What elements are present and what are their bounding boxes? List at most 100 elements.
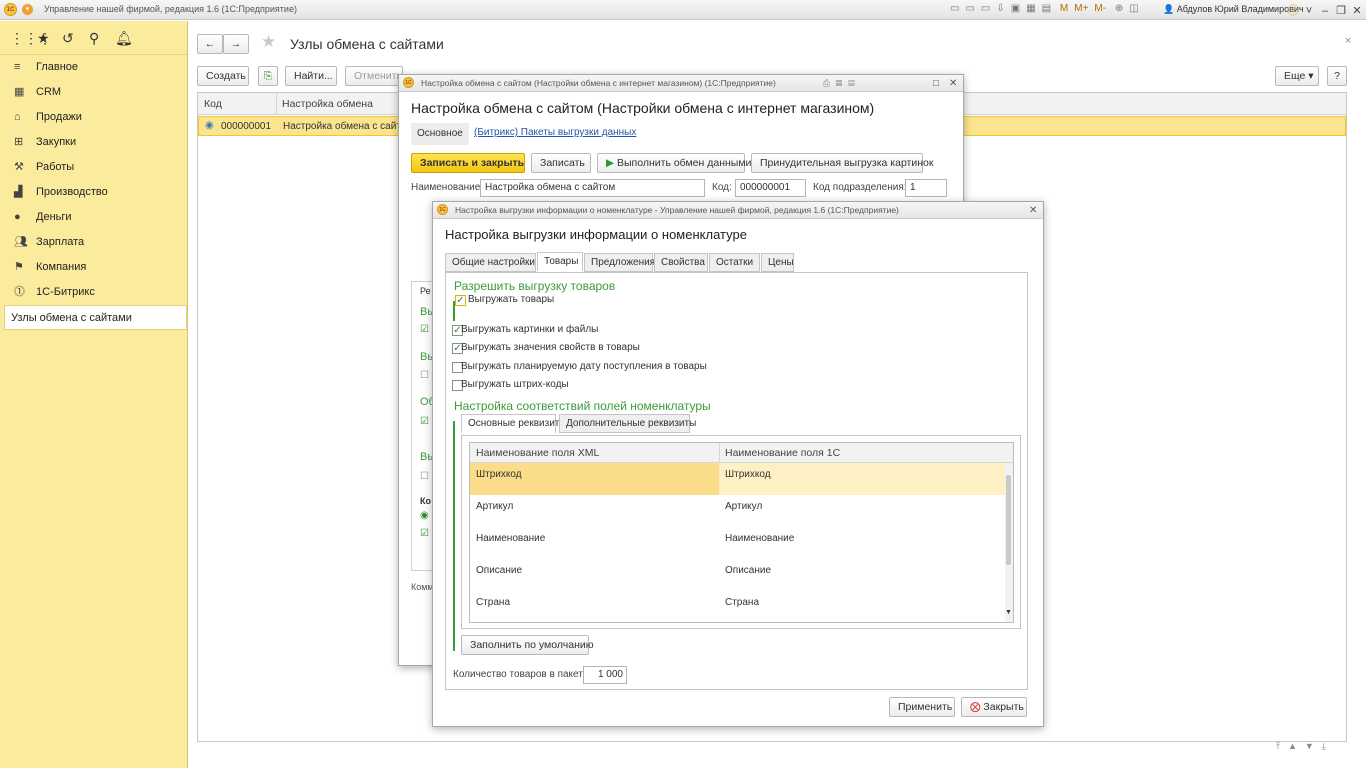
division-field[interactable]: 1 <box>905 179 947 197</box>
code-field[interactable]: 000000001 <box>735 179 806 197</box>
attach-icon[interactable]: ▣ <box>1011 3 1020 14</box>
memory-m-button[interactable]: M <box>1060 3 1068 14</box>
memory-minus-button[interactable]: M- <box>1094 3 1106 14</box>
sections-panel: ⋮⋮⋮ ★ ↺ ⚲ 🔔︎ ≡ Главное ▦ CRM ⌂ Продажи ⊞ Закупк… <box>0 21 188 768</box>
copy-icon[interactable]: ⎘ <box>258 66 278 86</box>
grid-row[interactable]: Артикул Артикул <box>470 495 1005 527</box>
tab-item[interactable]: Предложения <box>584 253 655 272</box>
preview-icon[interactable]: ▭ <box>981 3 990 14</box>
run-exchange-button[interactable]: ▶ Выполнить обмен данными <box>597 153 751 173</box>
help-button[interactable]: ? <box>1327 66 1347 86</box>
favorites-star-icon[interactable]: ★ <box>37 30 50 47</box>
caption-tools-icon[interactable]: ⎙▦▤ <box>823 75 861 92</box>
tab-item[interactable]: Свойства <box>654 253 708 272</box>
checkbox[interactable]: ✓ <box>455 295 466 306</box>
title-toolbar: ▭ ▭ ▭ ⇩ ▣ ▦ ▤ M M+ M- ⊕ ◫ <box>950 3 1145 14</box>
grid-col-1c: Наименование поля 1С <box>725 447 841 459</box>
grid-cell: Наименование <box>476 533 546 544</box>
qty-field[interactable]: 1 000 <box>583 666 627 684</box>
menu-icon: ≡ <box>14 61 21 73</box>
scroll-thumb[interactable] <box>1006 475 1011 565</box>
scroll-down-icon[interactable]: ▼ <box>1005 609 1012 616</box>
main-menu-icon[interactable]: ▾ <box>22 4 33 15</box>
minimize-icon[interactable]: – <box>1317 5 1333 17</box>
save-icon[interactable]: ▭ <box>950 3 959 14</box>
link-icon[interactable]: ⇩ <box>996 3 1004 14</box>
scroll-nav-icons[interactable]: ⤒▲▼⤓ <box>1276 741 1334 752</box>
checkbox-label[interactable]: Выгружать значения свойств в товары <box>461 342 640 353</box>
tab-item[interactable]: Остатки <box>709 253 760 272</box>
memory-plus-button[interactable]: M+ <box>1074 3 1088 14</box>
close-button[interactable]: ⨂ Закрыть <box>961 697 1027 717</box>
panels-icon[interactable]: ◫ <box>1129 3 1138 14</box>
form-close-icon[interactable]: × <box>1345 35 1351 47</box>
1c-logo-icon: 1С <box>403 77 414 88</box>
name-field[interactable]: Настройка обмена с сайтом <box>480 179 705 197</box>
checkbox-label[interactable]: Выгружать товары <box>468 294 554 305</box>
grid-scrollbar[interactable]: ▼ <box>1005 463 1013 622</box>
table-icon[interactable]: ▦ <box>1026 3 1035 14</box>
user-name[interactable]: 👤 Абдулов Юрий Владимирович <box>1163 4 1304 15</box>
subtab-item[interactable]: Дополнительные реквизиты <box>559 414 696 433</box>
user-icon: 👤 <box>1163 4 1175 14</box>
tab-item[interactable]: Общие настройки <box>445 253 536 272</box>
search-icon[interactable]: ⚲ <box>89 30 99 47</box>
close-icon[interactable]: ✕ <box>1029 202 1037 219</box>
sidebar-item[interactable]: ▟ Производство <box>0 180 187 205</box>
calendar-icon[interactable]: ▤ <box>1042 3 1051 14</box>
sidebar-item-label: Производство <box>36 186 108 198</box>
history-icon[interactable]: ↺ <box>62 30 74 47</box>
tab-item[interactable]: Цены <box>761 253 794 272</box>
grid-row[interactable]: Страна Страна <box>470 591 1005 623</box>
force-images-button[interactable]: Принудительная выгрузка картинок <box>751 153 933 173</box>
find-button[interactable]: Найти... <box>285 66 337 86</box>
save-button[interactable]: Записать <box>531 153 591 173</box>
sidebar-item[interactable]: ● Деньги <box>0 205 187 230</box>
grid-row[interactable]: Наименование Наименование <box>470 527 1005 559</box>
restore-icon[interactable]: ❐ <box>1333 4 1349 17</box>
grid-row[interactable]: Описание Описание <box>470 559 1005 591</box>
sidebar-item[interactable]: ⌂ Продажи <box>0 105 187 130</box>
close-icon[interactable]: ✕ <box>1349 4 1365 17</box>
checkbox-label[interactable]: Выгружать штрих-коды <box>461 379 569 390</box>
nav-main[interactable]: Основное <box>411 123 469 145</box>
sidebar-item[interactable]: ⊞ Закупки <box>0 130 187 155</box>
close-icon[interactable]: ✕ <box>949 75 957 92</box>
subtab-item[interactable]: Основные реквизиты <box>461 414 567 433</box>
maximize-icon[interactable]: □ <box>933 75 939 92</box>
fill-default-button[interactable]: Заполнить по умолчанию <box>461 635 594 655</box>
bitrix-icon: ⓵ <box>14 286 25 298</box>
favorite-star-icon[interactable]: ★ <box>261 32 276 52</box>
checkbox-label[interactable]: Выгружать картинки и файлы <box>461 324 598 335</box>
grid-row[interactable]: Штрихкод Штрихкод <box>470 463 1005 495</box>
window-caption: 1С Настройка обмена с сайтом (Настройки … <box>399 75 963 92</box>
sidebar-item[interactable]: 👥︎ Зарплата <box>0 230 187 255</box>
sidebar-item[interactable]: ≡ Главное <box>0 55 187 80</box>
zoom-icon[interactable]: ⊕ <box>1115 3 1123 14</box>
cancel-search-button[interactable]: Отменить <box>345 66 403 86</box>
sidebar-item-label: Продажи <box>36 111 82 123</box>
more-button[interactable]: Еще ▾ <box>1275 66 1319 86</box>
create-button[interactable]: Создать <box>197 66 249 86</box>
open-form-item[interactable]: Узлы обмена с сайтами <box>4 305 187 330</box>
sidebar-item[interactable]: ⓵ 1С-Битрикс <box>0 280 187 305</box>
sidebar-item[interactable]: ⚒ Работы <box>0 155 187 180</box>
bell-icon[interactable]: 🔔︎ <box>115 30 133 47</box>
save-close-button[interactable]: Записать и закрыть <box>411 153 525 173</box>
money-icon: ● <box>14 211 21 223</box>
back-button[interactable]: ← <box>197 34 223 54</box>
sidebar-item[interactable]: ▦ CRM <box>0 80 187 105</box>
grid-cell: Артикул <box>725 501 763 512</box>
checkbox-label[interactable]: Выгружать планируемую дату поступления в… <box>461 361 707 372</box>
flag-icon: ⚑ <box>14 261 24 273</box>
open-form-label: Узлы обмена с сайтами <box>11 312 132 324</box>
dropdown-icon[interactable]: ˅ <box>1301 5 1317 17</box>
forward-button[interactable]: → <box>223 34 249 54</box>
info-icon[interactable]: ⓘ <box>1285 2 1301 18</box>
grid-cell: Описание <box>476 565 523 576</box>
print-icon[interactable]: ▭ <box>965 3 974 14</box>
tab-item[interactable]: Товары <box>537 252 583 271</box>
apply-button[interactable]: Применить <box>889 697 955 717</box>
sidebar-item[interactable]: ⚑ Компания <box>0 255 187 280</box>
nav-packages-link[interactable]: (Битрикс) Пакеты выгрузки данных <box>474 127 636 138</box>
